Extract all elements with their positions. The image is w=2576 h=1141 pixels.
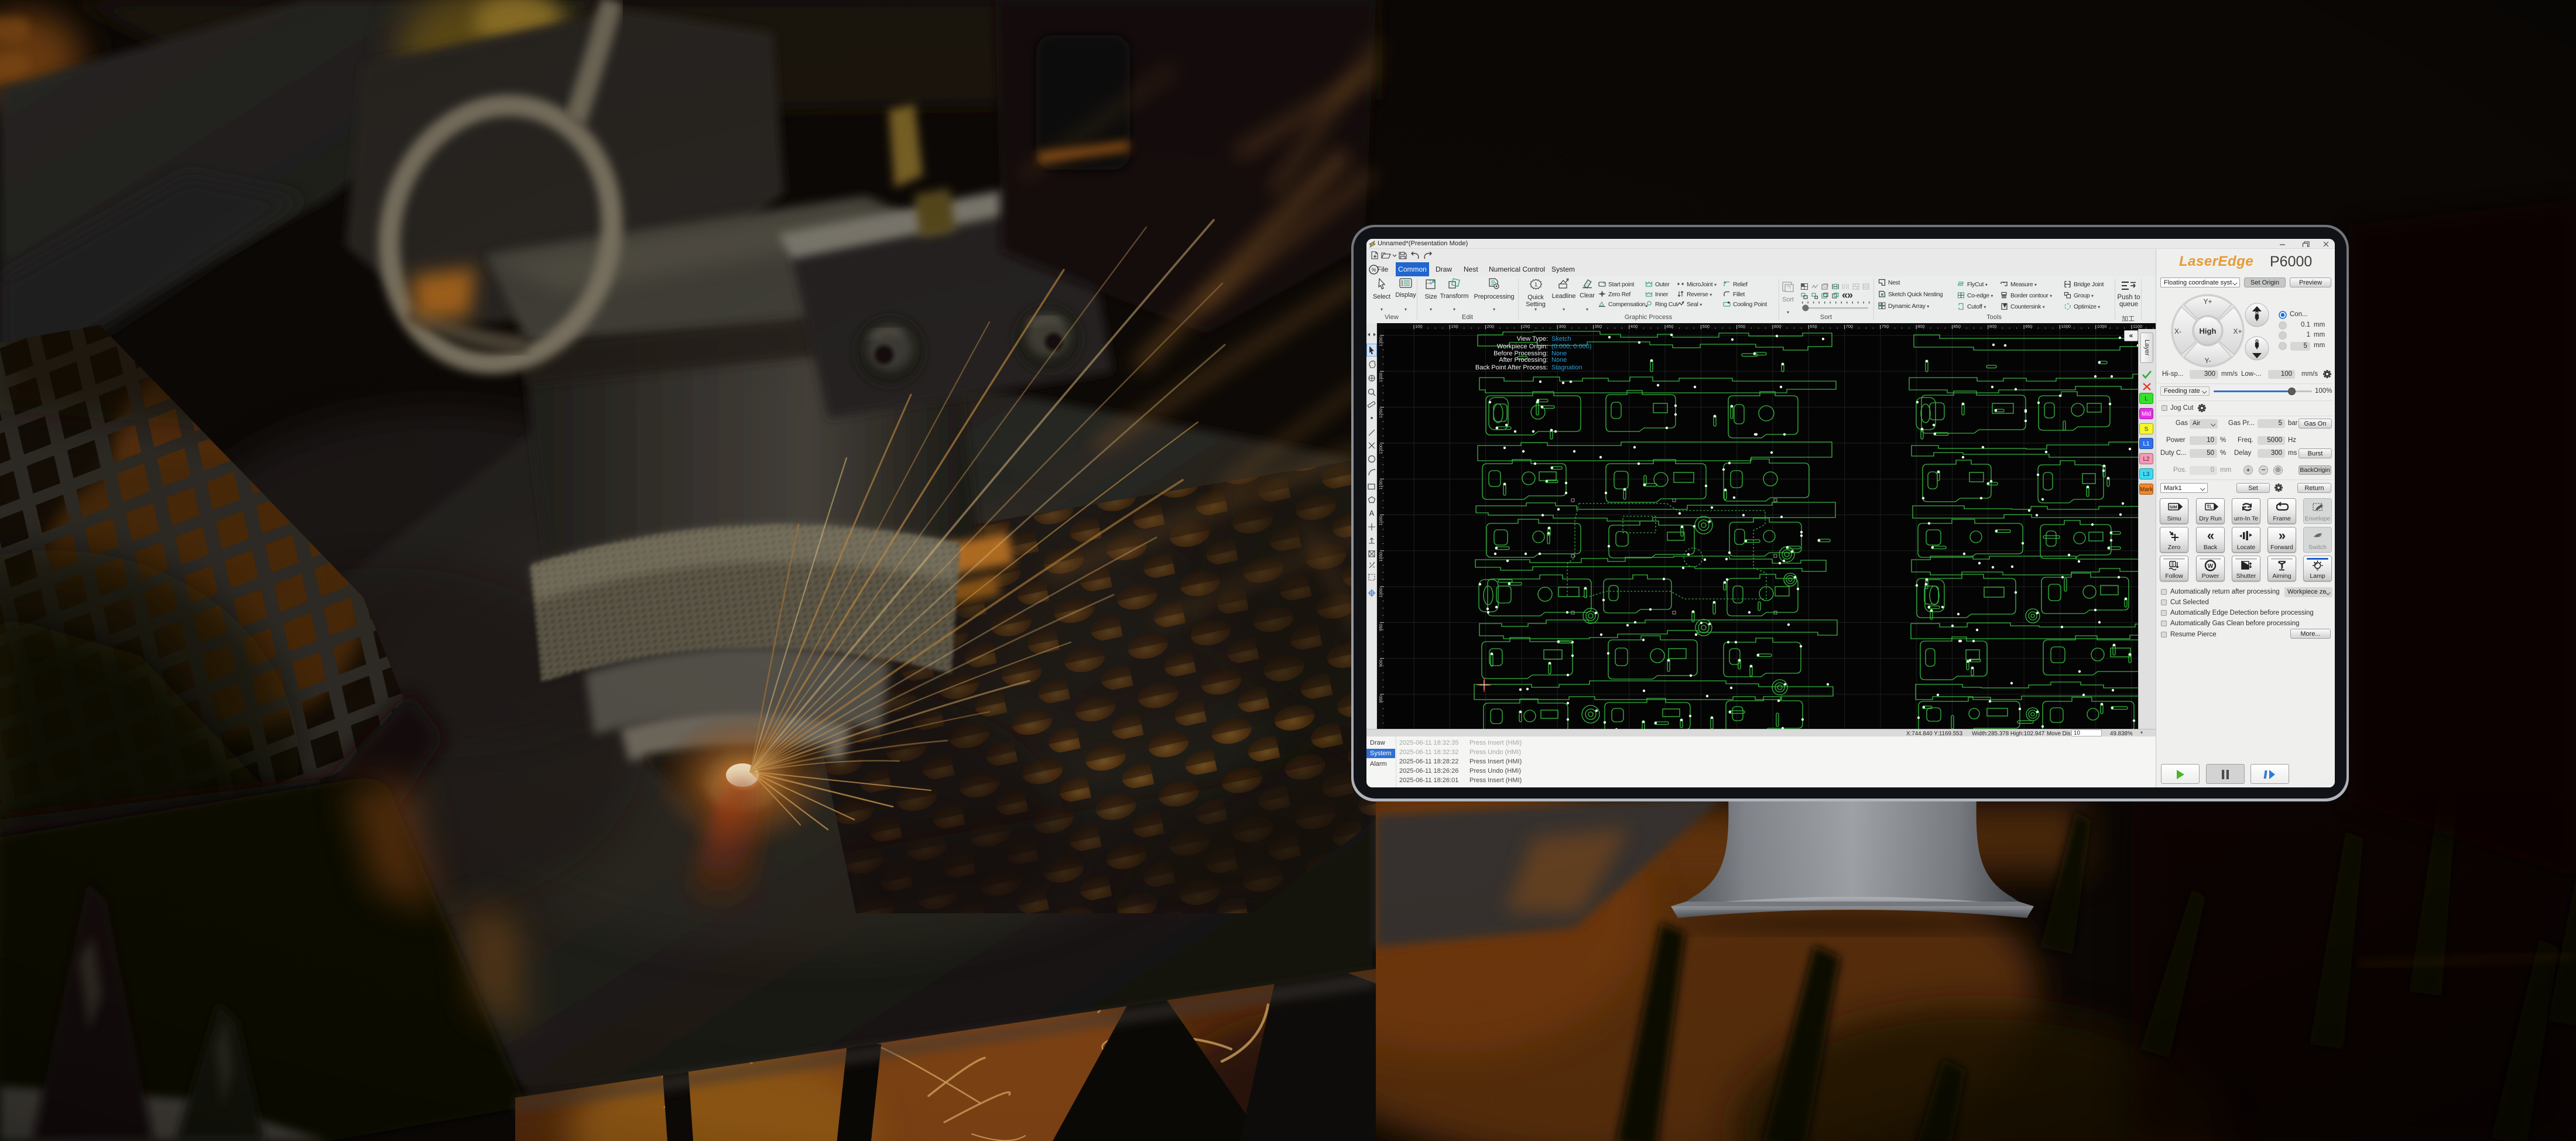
svg-text:%: % — [1371, 267, 1376, 273]
svg-text:Stagnation: Stagnation — [1551, 364, 1582, 371]
svg-text:(0.000, 0.000): (0.000, 0.000) — [1551, 343, 1592, 350]
svg-text:«: « — [2207, 529, 2214, 542]
svg-text:1050: 1050 — [1378, 552, 1383, 562]
svg-text:1350: 1350 — [1378, 337, 1383, 347]
svg-text:W: W — [2207, 563, 2213, 570]
svg-text:1300: 1300 — [1378, 372, 1383, 382]
svg-text:1000: 1000 — [2061, 324, 2071, 329]
svg-text:After Processing:: After Processing: — [1499, 357, 1548, 364]
svg-text:A: A — [1369, 509, 1375, 517]
svg-text:Workpiece Origin:: Workpiece Origin: — [1497, 343, 1548, 350]
svg-text:SIM: SIM — [2169, 505, 2177, 510]
svg-text:1: 1 — [1534, 282, 1537, 288]
svg-text:X+: X+ — [2233, 327, 2242, 335]
svg-text:1200: 1200 — [1378, 444, 1383, 454]
svg-text:TL: TL — [2207, 505, 2212, 510]
svg-text:$: $ — [2171, 562, 2174, 567]
svg-text:High: High — [2200, 327, 2217, 335]
svg-text:1250: 1250 — [1378, 409, 1383, 419]
svg-text:1150: 1150 — [1378, 480, 1383, 489]
svg-text:1100: 1100 — [1378, 516, 1383, 526]
svg-text:None: None — [1551, 357, 1567, 364]
svg-text:1050: 1050 — [2097, 324, 2107, 329]
svg-text:»: » — [2278, 529, 2285, 542]
svg-text:1000: 1000 — [1378, 588, 1383, 598]
svg-text:Sketch: Sketch — [1551, 335, 1571, 342]
svg-text:View Type:: View Type: — [1517, 335, 1548, 342]
svg-text:X-: X- — [2174, 327, 2181, 335]
svg-text:Y+: Y+ — [2203, 297, 2212, 306]
svg-text:Y-: Y- — [2205, 357, 2211, 365]
svg-text:Back Point After Process:: Back Point After Process: — [1475, 364, 1548, 371]
svg-text:1100: 1100 — [2133, 324, 2142, 329]
